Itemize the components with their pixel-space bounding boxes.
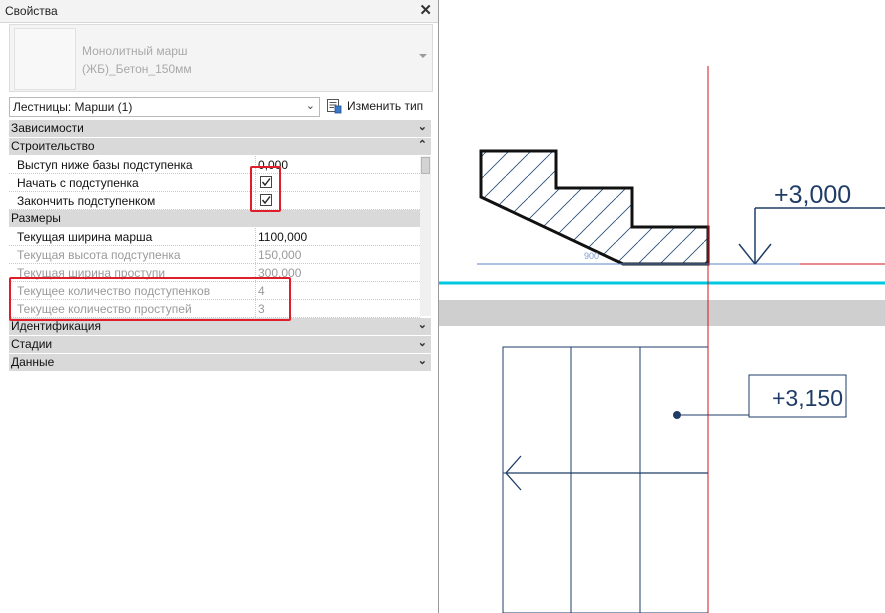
- group-dependencies-label: Зависимости: [11, 121, 84, 135]
- type-name-line1: Монолитный марш: [82, 44, 188, 58]
- type-selector[interactable]: Монолитный марш (ЖБ)_Бетон_150мм: [9, 24, 433, 92]
- property-name: Текущая высота подступенка: [17, 248, 181, 262]
- group-phasing[interactable]: Стадии ⌄: [9, 336, 431, 353]
- properties-scrollbar-thumb[interactable]: [421, 157, 430, 174]
- edit-type-icon: [327, 99, 342, 114]
- group-construction-label: Строительство: [11, 139, 95, 153]
- expand-icon[interactable]: ⌄: [418, 120, 427, 133]
- edit-type-label: Изменить тип: [347, 99, 424, 113]
- group-dimensions[interactable]: Размеры ⌃: [9, 210, 431, 227]
- properties-scrollbar[interactable]: [420, 156, 431, 316]
- expand-icon[interactable]: ⌄: [418, 336, 427, 349]
- elevation-tag-top: +3,000: [774, 181, 851, 209]
- expand-icon[interactable]: ⌄: [418, 318, 427, 331]
- property-value-field: 150,000: [255, 246, 420, 263]
- property-row-end-with-riser[interactable]: Закончить подступенком: [9, 192, 420, 210]
- elevation-marker-top[interactable]: [738, 207, 885, 265]
- property-row-riser-height: Текущая высота подступенка 150,000: [9, 246, 420, 264]
- property-name: Выступ ниже базы подступенка: [17, 158, 193, 172]
- group-data-label: Данные: [11, 355, 55, 369]
- property-name: Начать с подступенка: [17, 176, 139, 190]
- panel-title: Свойства: [5, 4, 58, 18]
- type-preview-image: [14, 28, 76, 90]
- panel-title-bar[interactable]: Свойства ✕: [0, 0, 438, 23]
- group-dimensions-label: Размеры: [11, 211, 61, 225]
- element-filter-dropdown[interactable]: Лестницы: Марши (1) ⌄: [9, 97, 320, 117]
- type-name-line2: (ЖБ)_Бетон_150мм: [82, 62, 192, 76]
- collapse-icon[interactable]: ⌃: [418, 138, 427, 151]
- stair-section[interactable]: [479, 149, 710, 266]
- type-dropdown-arrow-icon[interactable]: [419, 54, 427, 58]
- small-dimension-label: 900: [584, 251, 599, 261]
- view-separator: [439, 300, 885, 326]
- group-construction[interactable]: Строительство ⌃: [9, 138, 431, 155]
- property-name: Текущая ширина марша: [17, 230, 153, 244]
- stair-plan[interactable]: [502, 346, 709, 613]
- property-value: 150,000: [258, 248, 302, 262]
- property-value-field[interactable]: 1100,000: [255, 228, 420, 245]
- group-dependencies[interactable]: Зависимости ⌄: [9, 120, 431, 137]
- group-identity-label: Идентификация: [11, 319, 101, 333]
- edit-type-button[interactable]: Изменить тип: [324, 96, 427, 117]
- highlight-counts: [9, 277, 291, 321]
- highlight-checkboxes: [250, 166, 281, 212]
- chevron-down-icon[interactable]: ⌄: [306, 99, 315, 112]
- group-phasing-label: Стадии: [11, 337, 53, 351]
- elevation-tag-bottom: +3,150: [772, 385, 843, 411]
- element-filter-value: Лестницы: Марши (1): [13, 100, 133, 114]
- property-row-run-width[interactable]: Текущая ширина марша 1100,000: [9, 228, 420, 246]
- expand-icon[interactable]: ⌄: [418, 354, 427, 367]
- property-value: 1100,000: [258, 230, 308, 244]
- property-name: Закончить подступенком: [17, 194, 156, 208]
- close-icon[interactable]: ✕: [419, 1, 432, 19]
- property-row-begin-with-riser[interactable]: Начать с подступенка: [9, 174, 420, 192]
- walk-direction-arrow: [505, 455, 708, 491]
- property-row-riser-offset[interactable]: Выступ ниже базы подступенка 0,000: [9, 156, 420, 174]
- group-data[interactable]: Данные ⌄: [9, 354, 431, 371]
